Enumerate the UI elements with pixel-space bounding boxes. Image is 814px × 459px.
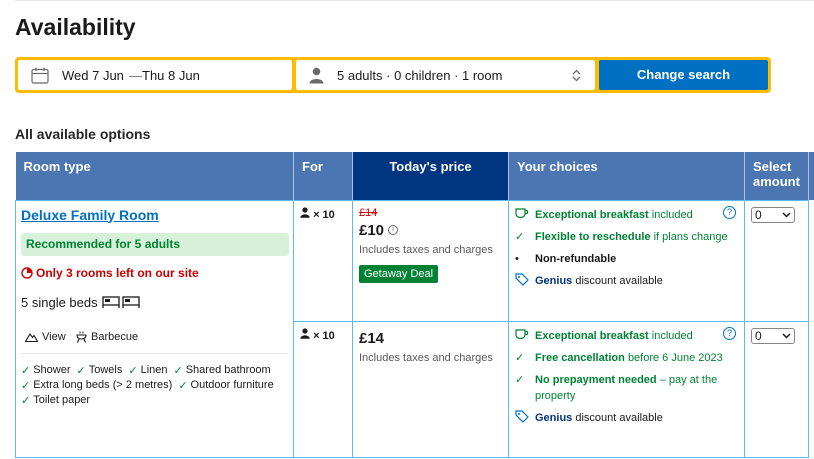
header-choices: Your choices — [508, 152, 745, 200]
guests-summary: 5 adults · 0 children · 1 room — [337, 68, 503, 83]
amount-cell: 0 — [744, 320, 809, 458]
calendar-icon — [31, 67, 49, 84]
amenity-item: ✓ Toilet paper — [21, 394, 91, 407]
scarcity-message: Only 3 rooms left on our site — [21, 266, 199, 280]
page-title: Availability — [15, 14, 136, 40]
current-price: £10 i — [359, 222, 502, 239]
check-icon: ✓ — [21, 379, 31, 392]
amenities-list: ✓ Shower ✓ Towels ✓ Linen ✓ Shared bathroom … — [21, 364, 291, 407]
check-icon: ✓ — [178, 379, 188, 392]
person-icon — [309, 67, 324, 84]
room-divider — [21, 352, 289, 354]
info-icon[interactable]: ? — [723, 326, 736, 340]
date-separator: — — [129, 68, 142, 83]
tag-icon — [515, 409, 529, 423]
taxes-note: Includes taxes and charges — [359, 243, 493, 256]
header-select-amount: Select amount — [744, 152, 809, 200]
options-title: All available options — [15, 126, 151, 142]
room-info: Deluxe Family Room Recommended for 5 adu… — [15, 199, 294, 458]
genius-choice: Genius discount available — [515, 272, 738, 289]
check-icon: ✓ — [173, 364, 183, 377]
amount-select[interactable]: 0 — [751, 206, 795, 223]
current-price: £14 — [359, 329, 385, 347]
price-cell: £14 £10 i Includes taxes and charges Get… — [352, 199, 509, 322]
chevron-down-icon — [782, 211, 791, 218]
refund-choice: • Non-refundable — [515, 252, 617, 265]
feature-barbecue: Barbecue — [76, 331, 138, 343]
room-name-link[interactable]: Deluxe Family Room — [21, 207, 159, 223]
up-down-chevron-icon — [572, 69, 581, 82]
reschedule-choice: ✓ Flexible to reschedule if plans change — [515, 230, 728, 243]
amenity-item: ✓ Linen — [128, 364, 168, 377]
taxes-note: Includes taxes and charges — [359, 351, 493, 364]
amenity-item: ✓ Extra long beds (> 2 metres) — [21, 379, 173, 392]
price-cell: £14 Includes taxes and charges — [352, 320, 509, 458]
info-icon[interactable]: ? — [723, 205, 736, 219]
chevron-down-icon — [782, 332, 791, 339]
choices-cell: ? Exceptional breakfast included ✓ Flexi… — [508, 199, 745, 322]
cancellation-choice: ✓ Free cancellation before 6 June 2023 — [515, 351, 723, 364]
check-icon: ✓ — [515, 351, 525, 364]
check-icon: ✓ — [128, 364, 138, 377]
feature-view: View — [25, 331, 66, 343]
mountain-icon — [25, 332, 38, 342]
header-price: Today's price — [352, 152, 509, 200]
change-search-button[interactable]: Change search — [599, 60, 768, 90]
top-divider — [15, 0, 814, 1]
search-bar: Wed 7 Jun — Thu 8 Jun 5 adults · 0 child… — [15, 57, 771, 93]
single-bed-icon — [101, 296, 140, 308]
clock-icon — [21, 266, 33, 279]
rooms-table: Room type For Today's price Your choices… — [15, 152, 809, 458]
tag-icon — [515, 272, 529, 286]
person-icon — [300, 327, 310, 339]
info-icon[interactable]: i — [388, 225, 399, 235]
coffee-cup-icon — [515, 328, 529, 339]
recommended-badge: Recommended for 5 adults — [21, 232, 289, 256]
check-icon: ✓ — [21, 394, 31, 407]
table-row: Deluxe Family Room Recommended for 5 adu… — [15, 199, 809, 458]
getaway-deal-badge: Getaway Deal — [359, 264, 439, 283]
amenity-item: ✓ Shower — [21, 364, 71, 377]
header-room-type: Room type — [15, 152, 294, 200]
amenity-item: ✓ Shared bathroom — [173, 364, 271, 377]
date-picker[interactable]: Wed 7 Jun — Thu 8 Jun — [18, 60, 292, 90]
coffee-cup-icon — [515, 207, 529, 218]
check-icon: ✓ — [515, 373, 525, 386]
guests-selector[interactable]: 5 adults · 0 children · 1 room — [296, 60, 595, 90]
check-icon: ✓ — [515, 230, 525, 243]
check-icon: ✓ — [76, 364, 86, 377]
breakfast-choice: Exceptional breakfast included — [515, 328, 738, 344]
old-price: £14 — [359, 206, 378, 219]
genius-choice: Genius discount available — [515, 409, 738, 426]
prepayment-choice: ✓ No prepayment needed – pay at the prop… — [515, 373, 718, 402]
amenity-item: ✓ Outdoor furniture — [178, 379, 274, 392]
occupancy-cell: × 10 — [293, 320, 353, 458]
amenity-item: ✓ Towels — [76, 364, 123, 377]
choices-cell: ? Exceptional breakfast included ✓ Free … — [508, 320, 745, 458]
checkin-date: Wed 7 Jun — [62, 68, 124, 83]
occupancy-cell: × 10 — [293, 199, 353, 322]
header-for: For — [293, 152, 353, 200]
amount-select[interactable]: 0 — [751, 327, 795, 344]
bed-info: 5 single beds — [21, 295, 140, 310]
breakfast-choice: Exceptional breakfast included — [515, 207, 738, 223]
bullet-icon: • — [515, 252, 519, 265]
amount-cell: 0 — [744, 199, 809, 322]
person-icon — [300, 206, 310, 218]
checkout-date: Thu 8 Jun — [142, 68, 200, 83]
barbecue-icon — [76, 331, 87, 343]
check-icon: ✓ — [21, 364, 31, 377]
